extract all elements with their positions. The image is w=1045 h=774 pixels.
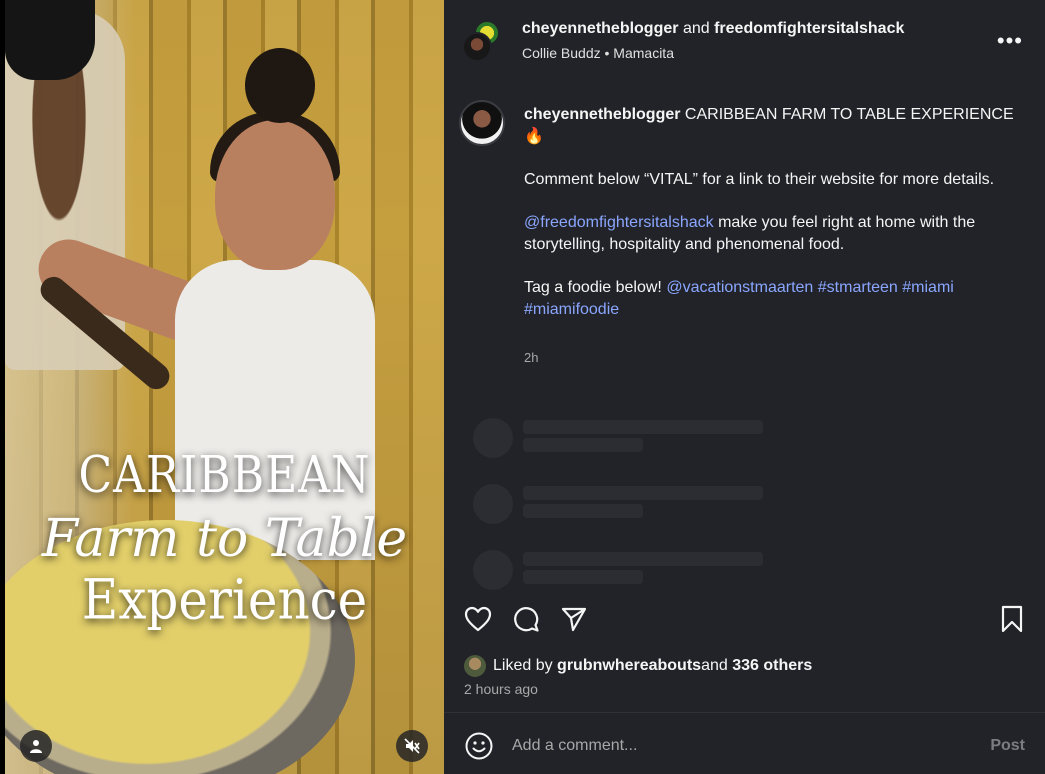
media-title-overlay: CARIBBEAN Farm to Table Experience: [5, 446, 444, 632]
post-details-panel: cheyennetheblogger and freedomfightersit…: [444, 0, 1045, 774]
audio-artist[interactable]: Collie Buddz: [522, 45, 601, 61]
more-options-button[interactable]: •••: [997, 28, 1023, 54]
skeleton-line: [523, 504, 643, 518]
post-header: cheyennetheblogger and freedomfightersit…: [444, 0, 1045, 85]
caption-timestamp: 2h: [524, 350, 539, 365]
share-button[interactable]: [559, 604, 589, 634]
post-comment-button[interactable]: Post: [990, 737, 1025, 755]
caption-para-1: cheyennetheblogger CARIBBEAN FARM TO TAB…: [524, 104, 1024, 148]
author-1-link[interactable]: cheyennetheblogger: [522, 20, 678, 37]
emoji-icon: [465, 732, 493, 760]
save-button[interactable]: [997, 604, 1027, 634]
more-options-icon: •••: [996, 28, 1023, 53]
post-authors: cheyennetheblogger and freedomfightersit…: [522, 20, 904, 38]
author-2-link[interactable]: freedomfightersitalshack: [714, 20, 904, 37]
media-face: [215, 120, 335, 270]
caption-username[interactable]: cheyennetheblogger: [524, 106, 680, 123]
skeleton-avatar: [473, 418, 513, 458]
user-tag-icon: [30, 740, 42, 753]
heart-icon: [464, 606, 492, 632]
comment-button[interactable]: [511, 604, 541, 634]
caption-avatar[interactable]: [459, 100, 505, 146]
like-button[interactable]: [463, 604, 493, 634]
user-tag-button[interactable]: [20, 730, 52, 762]
likes-others-link[interactable]: 336 others: [732, 657, 812, 675]
skeleton-line: [523, 420, 763, 434]
hashtag-miami[interactable]: #miami: [902, 279, 954, 296]
skeleton-line: [523, 570, 643, 584]
action-bar: [444, 600, 1045, 640]
collab-avatars[interactable]: [462, 20, 506, 64]
caption-para-4: Tag a foodie below! @vacationstmaarten #…: [524, 277, 1024, 321]
likes-middle: and: [701, 657, 728, 674]
mention-freedomfighters[interactable]: @freedomfightersitalshack: [524, 214, 714, 231]
bookmark-icon: [1001, 605, 1023, 633]
post-media[interactable]: CARIBBEAN Farm to Table Experience: [5, 0, 444, 774]
audio-separator: •: [604, 45, 610, 61]
comment-icon: [514, 607, 539, 632]
mention-vacationstmaarten[interactable]: @vacationstmaarten: [666, 279, 813, 296]
comment-input[interactable]: [512, 735, 952, 757]
overlay-line-3: Experience: [81, 568, 368, 632]
skeleton-line: [523, 438, 643, 452]
media-hat: [5, 0, 95, 80]
audio-info[interactable]: Collie Buddz • Mamacita: [522, 45, 674, 61]
skeleton-avatar: [473, 484, 513, 524]
post-time-ago: 2 hours ago: [464, 681, 538, 697]
caption-para-4-prefix: Tag a foodie below!: [524, 279, 667, 296]
likes-summary: Liked by grubnwhereabouts and 336 others: [464, 654, 812, 678]
authors-joiner: and: [682, 20, 710, 37]
comment-bar: Post: [444, 713, 1045, 774]
skeleton-avatar: [473, 550, 513, 590]
overlay-line-1: CARIBBEAN: [78, 446, 371, 505]
skeleton-line: [523, 552, 763, 566]
mute-button[interactable]: [396, 730, 428, 762]
caption-para-3: @freedomfightersitalshack make you feel …: [524, 212, 1024, 256]
emoji-button[interactable]: [464, 731, 494, 761]
mute-icon: [404, 738, 420, 754]
liker-avatar[interactable]: [464, 655, 486, 677]
caption-para-2: Comment below “VITAL” for a link to thei…: [524, 171, 995, 188]
avatar-cheyenne[interactable]: [462, 32, 492, 62]
media-hair-bun: [245, 48, 315, 123]
audio-track[interactable]: Mamacita: [613, 45, 674, 61]
liker-username[interactable]: grubnwhereabouts: [557, 657, 701, 675]
post-caption: cheyennetheblogger CARIBBEAN FARM TO TAB…: [524, 104, 1024, 342]
hashtag-miamifoodie[interactable]: #miamifoodie: [524, 301, 619, 318]
skeleton-line: [523, 486, 763, 500]
hashtag-stmarteen[interactable]: #stmarteen: [818, 279, 898, 296]
likes-prefix: Liked by: [493, 657, 553, 674]
overlay-line-2: Farm to Table: [41, 509, 408, 569]
share-icon: [561, 607, 587, 632]
